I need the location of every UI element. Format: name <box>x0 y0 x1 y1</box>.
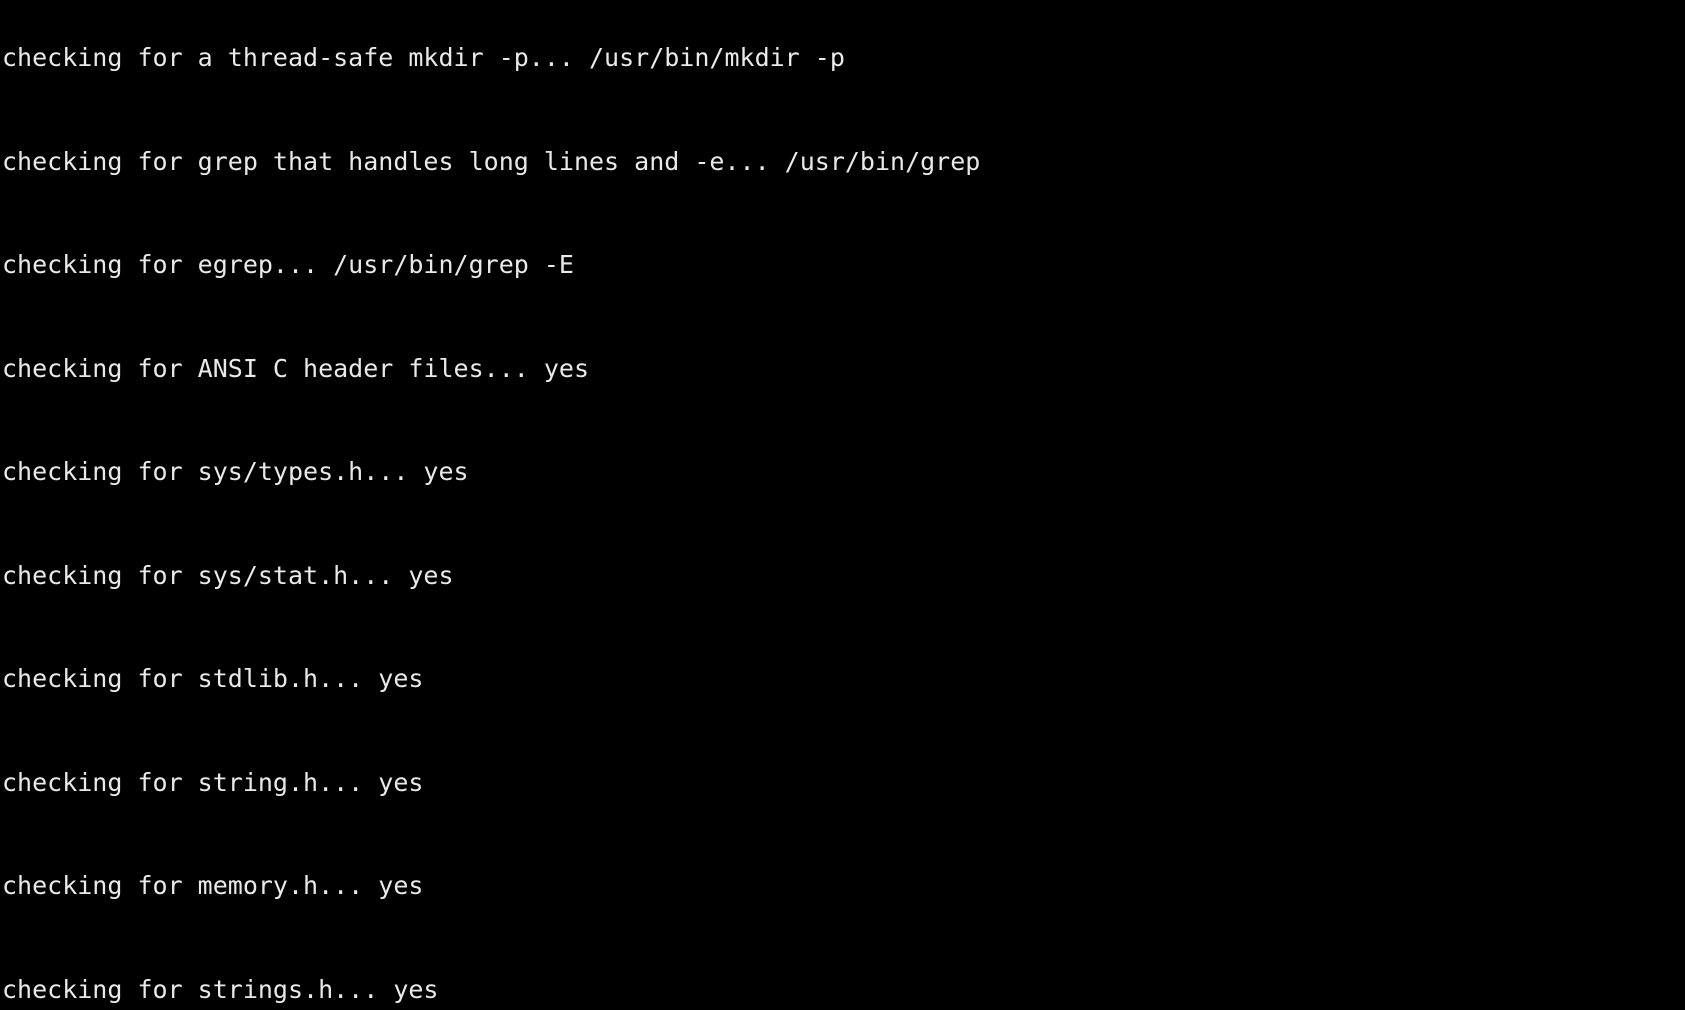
terminal-line: checking for grep that handles long line… <box>2 146 981 176</box>
terminal-line: checking for a thread-safe mkdir -p... /… <box>2 43 845 72</box>
terminal-output: checking for a thread-safe mkdir -p... /… <box>2 0 1685 1010</box>
terminal-line: checking for stdlib.h... yes <box>2 664 424 693</box>
terminal-line: checking for egrep... /usr/bin/grep -E <box>2 250 574 279</box>
terminal-window[interactable]: checking for a thread-safe mkdir -p... /… <box>0 0 1685 1010</box>
terminal-line: checking for string.h... yes <box>2 767 424 797</box>
terminal-line: checking for ANSI C header files... yes <box>2 353 589 383</box>
terminal-line: checking for sys/types.h... yes <box>2 457 469 486</box>
terminal-line: checking for memory.h... yes <box>2 871 424 900</box>
terminal-line: checking for sys/stat.h... yes <box>2 560 454 590</box>
terminal-line: checking for strings.h... yes <box>2 974 439 1004</box>
